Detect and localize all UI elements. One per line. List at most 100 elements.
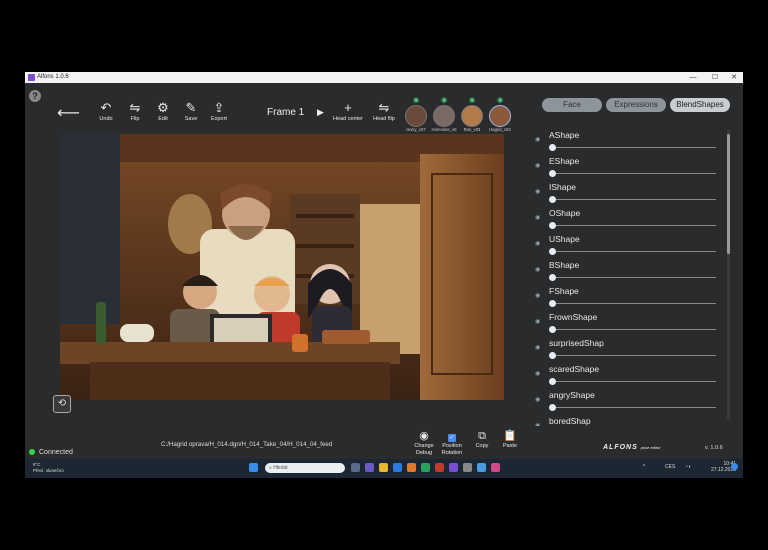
visibility-eye-icon[interactable]: ◉ (535, 214, 540, 221)
export-button[interactable]: ⇪ Export (204, 101, 234, 123)
visibility-eye-icon[interactable]: ◉ (535, 318, 540, 325)
avatar (489, 105, 511, 127)
flip-icon: ⇋ (129, 100, 141, 115)
tab-blendshapes[interactable]: BlendShapes (670, 98, 730, 112)
app-icon[interactable] (477, 463, 486, 472)
store-icon[interactable] (407, 463, 416, 472)
visibility-eye-icon[interactable]: ◉ (535, 266, 540, 273)
taskbar-search[interactable]: ⌕ Hledat (265, 463, 345, 473)
blendshape-slider[interactable] (552, 173, 716, 174)
flip-button[interactable]: ⇋ Flip (120, 101, 150, 123)
app-icon[interactable] (491, 463, 500, 472)
head-flip-button[interactable]: ⇋ Head flip (368, 101, 400, 123)
undo-button[interactable]: ↶ Undo (91, 101, 121, 123)
minimize-button[interactable]: — (683, 72, 703, 83)
character-avatar-hermione[interactable]: ◉ Hermione_v0 (431, 97, 457, 133)
task-view-icon[interactable] (351, 463, 360, 472)
start-icon[interactable] (249, 463, 258, 472)
visibility-eye-icon[interactable]: ◉ (487, 97, 513, 105)
tray-language[interactable]: CES (665, 464, 675, 470)
notification-icon[interactable] (731, 463, 738, 470)
rotate-view-button[interactable]: ⟲ (53, 395, 71, 413)
head-center-button[interactable]: + Head center (331, 101, 365, 123)
blendshape-slider[interactable] (552, 303, 716, 304)
visibility-eye-icon[interactable]: ◉ (535, 396, 540, 403)
back-arrow-icon[interactable]: ⟵ (57, 103, 80, 123)
app-icon[interactable] (449, 463, 458, 472)
app-icon[interactable] (421, 463, 430, 472)
app-icon[interactable] (435, 463, 444, 472)
slider-thumb[interactable] (549, 300, 556, 307)
edit-button[interactable]: ⚙ Edit (148, 101, 178, 123)
blendshape-name: UShape (549, 234, 580, 244)
wifi-speaker-icon[interactable]: ◔◖ (685, 464, 691, 470)
undo-label: Undo (99, 116, 113, 122)
slider-thumb[interactable] (549, 196, 556, 203)
search-icon: ⌕ (269, 465, 272, 471)
play-button[interactable]: ▶ (317, 107, 324, 118)
brand-tagline: pose editor (640, 445, 661, 450)
maximize-button[interactable]: ☐ (705, 72, 725, 83)
blendshape-slider[interactable] (552, 381, 716, 382)
edge-browser-icon[interactable] (393, 463, 402, 472)
copy-button[interactable]: ⧉ Copy (467, 430, 497, 450)
position-rotation-toggle[interactable]: ✓ Position Rotation (437, 430, 467, 456)
copy-icon: ⧉ (478, 430, 486, 442)
visibility-eye-icon[interactable]: ◉ (459, 97, 485, 105)
slider-thumb[interactable] (549, 222, 556, 229)
slider-thumb[interactable] (549, 248, 556, 255)
help-button[interactable]: ? (29, 90, 41, 102)
visibility-eye-icon[interactable]: ◉ (535, 344, 540, 351)
close-button[interactable]: ✕ (724, 72, 743, 83)
slider-thumb[interactable] (549, 326, 556, 333)
slider-thumb[interactable] (549, 404, 556, 411)
weather-text: Převl. slunečno (33, 468, 64, 473)
blendshape-slider[interactable] (552, 329, 716, 330)
paste-button[interactable]: 📋 Paste (495, 430, 525, 450)
scene-viewport[interactable] (60, 134, 504, 400)
copy-label: Copy (475, 443, 489, 449)
slider-thumb[interactable] (549, 144, 556, 151)
visibility-eye-icon[interactable]: ◉ (535, 162, 540, 169)
visibility-eye-icon[interactable]: ◉ (431, 97, 457, 105)
status-text: Connected (39, 449, 73, 456)
character-avatar-harry[interactable]: ◉ Harry_v07 (403, 97, 429, 133)
visibility-eye-icon[interactable]: ◉ (535, 292, 540, 299)
blendshape-slider[interactable] (552, 147, 716, 148)
settings-gear-icon[interactable] (463, 463, 472, 472)
character-name: Ron_v03 (463, 127, 481, 132)
checkbox-checked-icon[interactable]: ✓ (448, 434, 456, 442)
head-flip-icon: ⇋ (378, 100, 390, 115)
character-avatar-ron[interactable]: ◉ Ron_v03 (459, 97, 485, 133)
blendshape-row: ◉ boredShap (533, 415, 723, 426)
save-button[interactable]: ✎ Save (176, 101, 206, 123)
visibility-eye-icon[interactable]: ◉ (535, 240, 540, 247)
visibility-eye-icon[interactable]: ◉ (535, 422, 540, 426)
export-label: Export (211, 116, 227, 122)
visibility-eye-icon[interactable]: ◉ (535, 370, 540, 377)
blendshape-slider[interactable] (552, 251, 716, 252)
tray-chevron-up-icon[interactable]: ^ (643, 464, 645, 470)
blendshape-slider[interactable] (552, 355, 716, 356)
blendshape-slider[interactable] (552, 277, 716, 278)
file-explorer-icon[interactable] (379, 463, 388, 472)
visibility-eye-icon[interactable]: ◉ (535, 188, 540, 195)
slider-thumb[interactable] (549, 378, 556, 385)
visibility-eye-icon[interactable]: ◉ (403, 97, 429, 105)
character-avatar-hagrid[interactable]: ◉ Hagrid_v03 (487, 97, 513, 133)
visibility-eye-icon[interactable]: ◉ (535, 136, 540, 143)
character-name: Hermione_v0 (431, 127, 457, 132)
blendshape-slider[interactable] (552, 225, 716, 226)
tab-face[interactable]: Face (542, 98, 602, 112)
blendshape-slider[interactable] (552, 407, 716, 408)
weather-widget[interactable]: 8°C Převl. slunečno (33, 462, 64, 474)
change-debug-button[interactable]: ◉ Change Debug (409, 430, 439, 456)
chat-icon[interactable] (365, 463, 374, 472)
character-name: Hagrid_v03 (489, 127, 511, 132)
tab-expressions[interactable]: Expressions (606, 98, 666, 112)
blendshape-slider[interactable] (552, 199, 716, 200)
slider-thumb[interactable] (549, 352, 556, 359)
slider-thumb[interactable] (549, 274, 556, 281)
slider-thumb[interactable] (549, 170, 556, 177)
blendshape-name: surprisedShap (549, 338, 604, 348)
